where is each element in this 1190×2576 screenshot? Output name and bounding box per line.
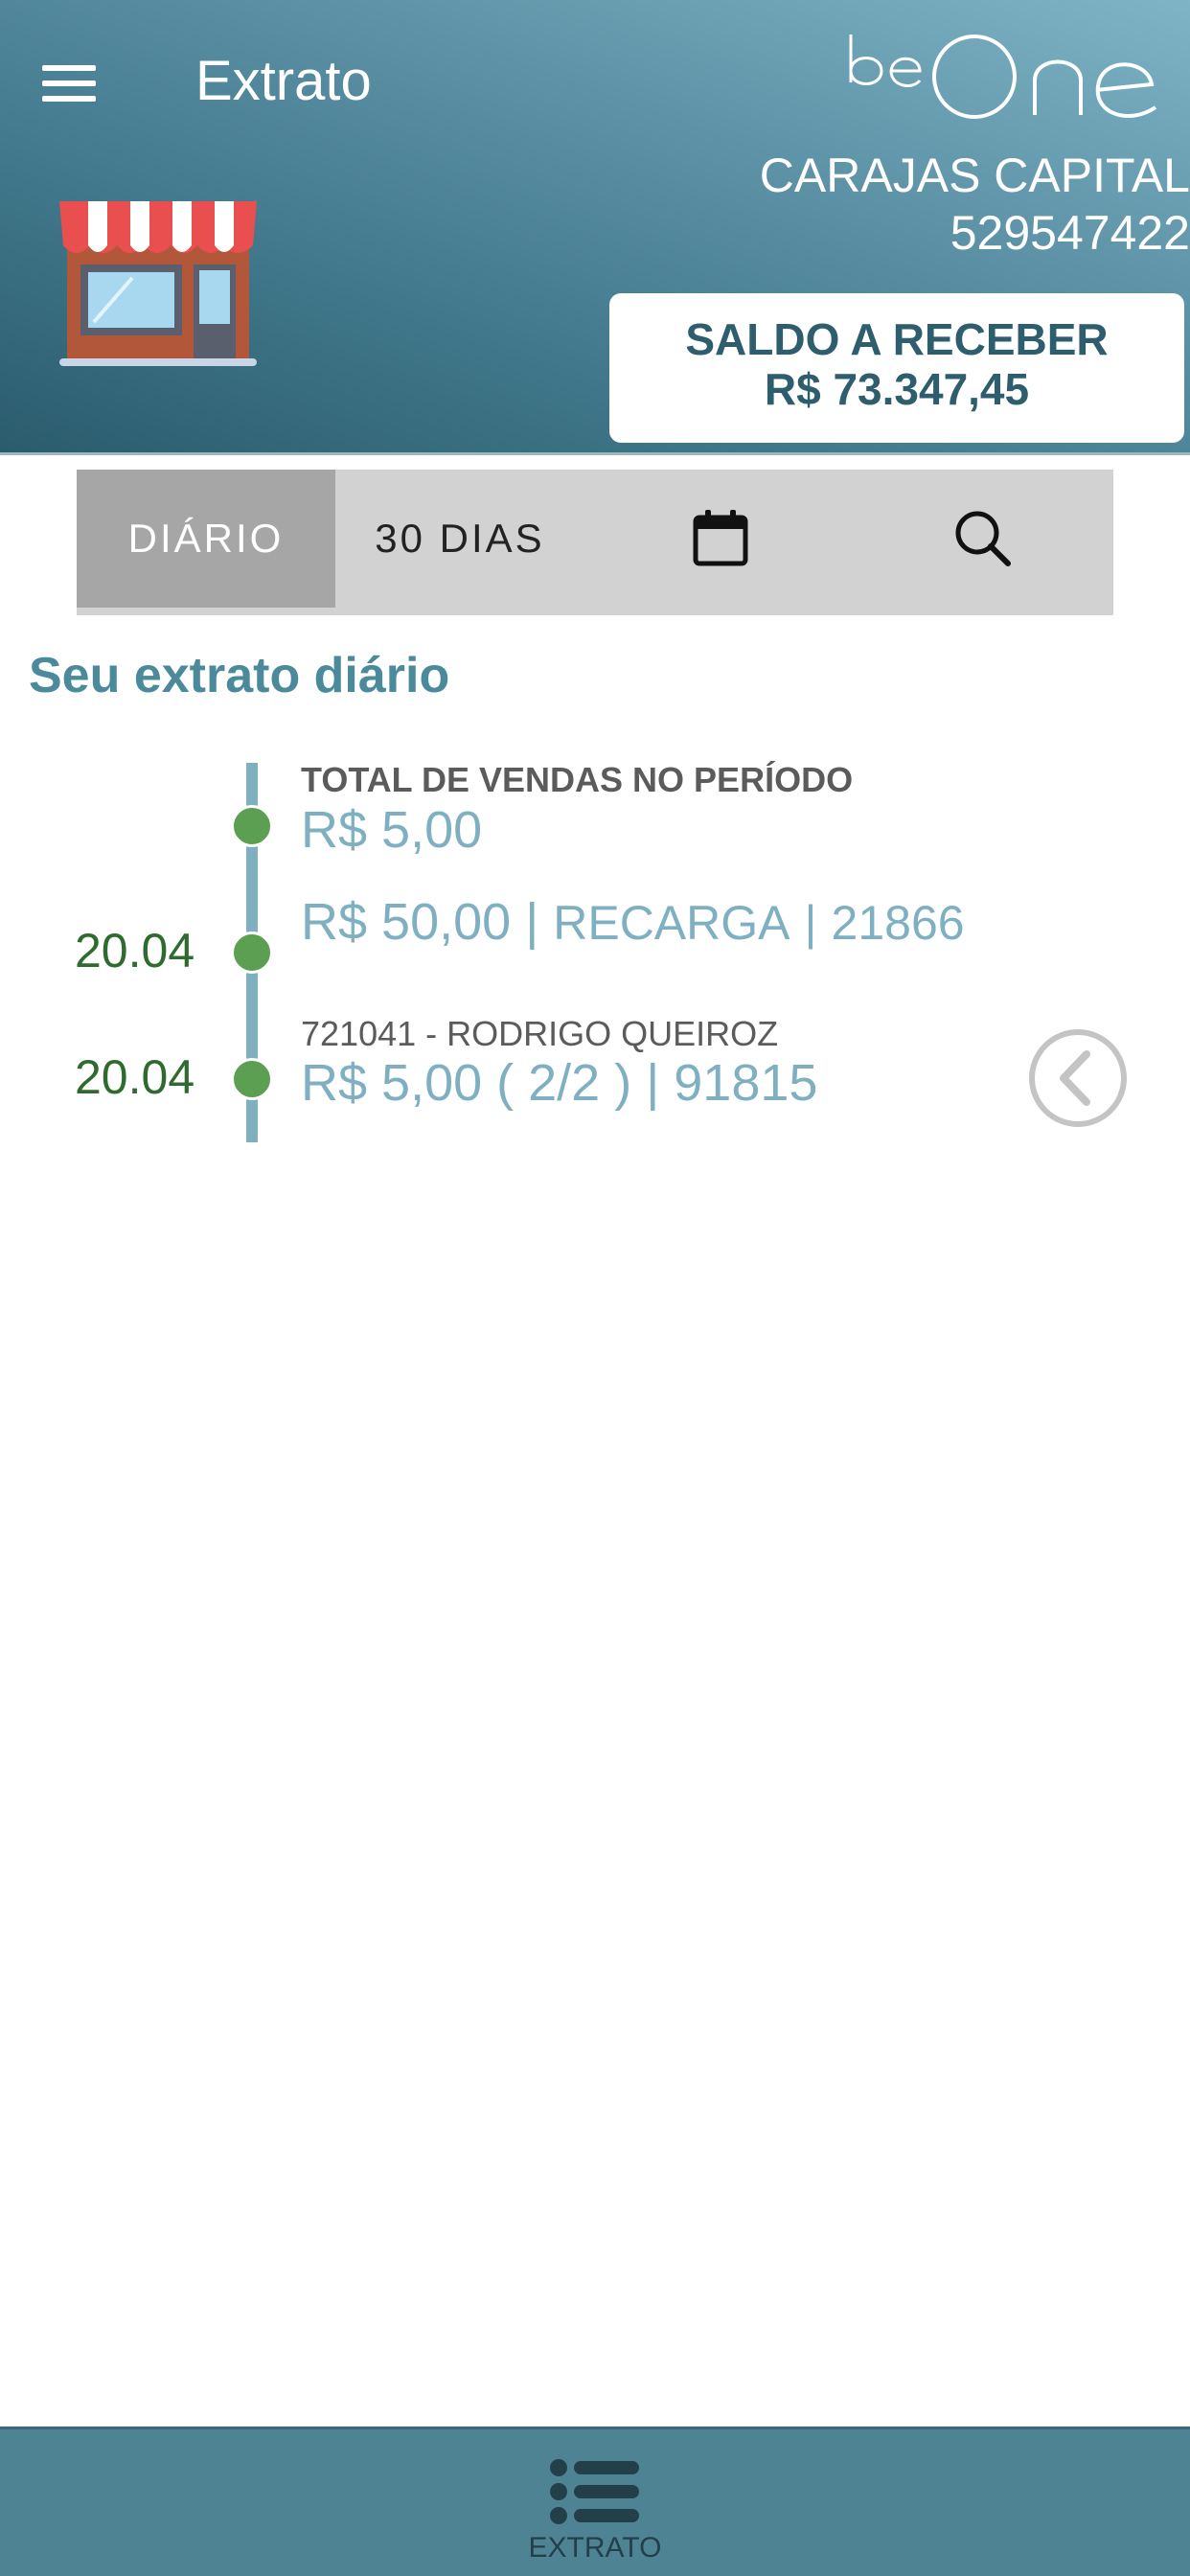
transaction-amount: R$ 50,00 [301, 893, 512, 951]
nav-label: EXTRATO [528, 2532, 662, 2564]
total-sales-label: TOTAL DE VENDAS NO PERÍODO [301, 760, 854, 799]
separator: | [525, 893, 539, 951]
separator: | [646, 1054, 660, 1112]
transaction-code: 21866 [831, 896, 965, 950]
extrato-screen: Extrato beOne CARAJAS CAPITAL 529547422 [0, 0, 1190, 2576]
transaction-date: 20.04 [75, 1050, 195, 1104]
beone-logo: beOne [849, 34, 1157, 119]
bottom-navigation: EXTRATO [0, 2426, 1190, 2576]
hamburger-menu-icon[interactable] [34, 59, 103, 109]
timeline-dot [231, 1058, 273, 1100]
total-sales-value: R$ 5,00 [301, 801, 483, 859]
merchant-id: 529547422 [950, 206, 1190, 260]
transaction-amount: R$ 5,00 [301, 1054, 483, 1112]
list-icon [550, 2459, 639, 2524]
tab-30-days[interactable]: 30 DIAS [335, 470, 584, 608]
balance-label: SALDO A RECEBER [685, 314, 1109, 364]
transaction-customer: 721041 - RODRIGO QUEIROZ [301, 1014, 779, 1053]
transaction-code: 91815 [674, 1054, 818, 1112]
timeline-dot [231, 932, 273, 974]
period-tabs: DIÁRIO 30 DIAS [77, 470, 1113, 615]
transaction-line[interactable]: R$ 50,00 | RECARGA | 21866 [301, 891, 965, 954]
balance-card: SALDO A RECEBER R$ 73.347,45 [609, 293, 1184, 443]
calendar-icon[interactable] [690, 508, 751, 569]
transaction-type: RECARGA [553, 896, 790, 950]
tab-daily[interactable]: DIÁRIO [77, 470, 335, 608]
transaction-date: 20.04 [75, 924, 195, 978]
store-icon [59, 201, 257, 366]
page-title: Extrato [195, 50, 372, 112]
transaction-installment: ( 2/2 ) [496, 1054, 632, 1112]
section-title: Seu extrato diário [29, 648, 450, 703]
app-header: Extrato beOne CARAJAS CAPITAL 529547422 [0, 0, 1190, 455]
search-icon[interactable] [952, 508, 1014, 569]
balance-value: R$ 73.347,45 [764, 364, 1030, 414]
merchant-name: CARAJAS CAPITAL [759, 149, 1190, 202]
transaction-line[interactable]: R$ 5,00 ( 2/2 ) | 91815 [301, 1052, 817, 1114]
nav-item-extrato[interactable]: EXTRATO [499, 2429, 691, 2576]
separator: | [804, 896, 817, 950]
timeline-dot [231, 805, 273, 847]
chevron-left-icon[interactable] [1027, 1027, 1129, 1129]
